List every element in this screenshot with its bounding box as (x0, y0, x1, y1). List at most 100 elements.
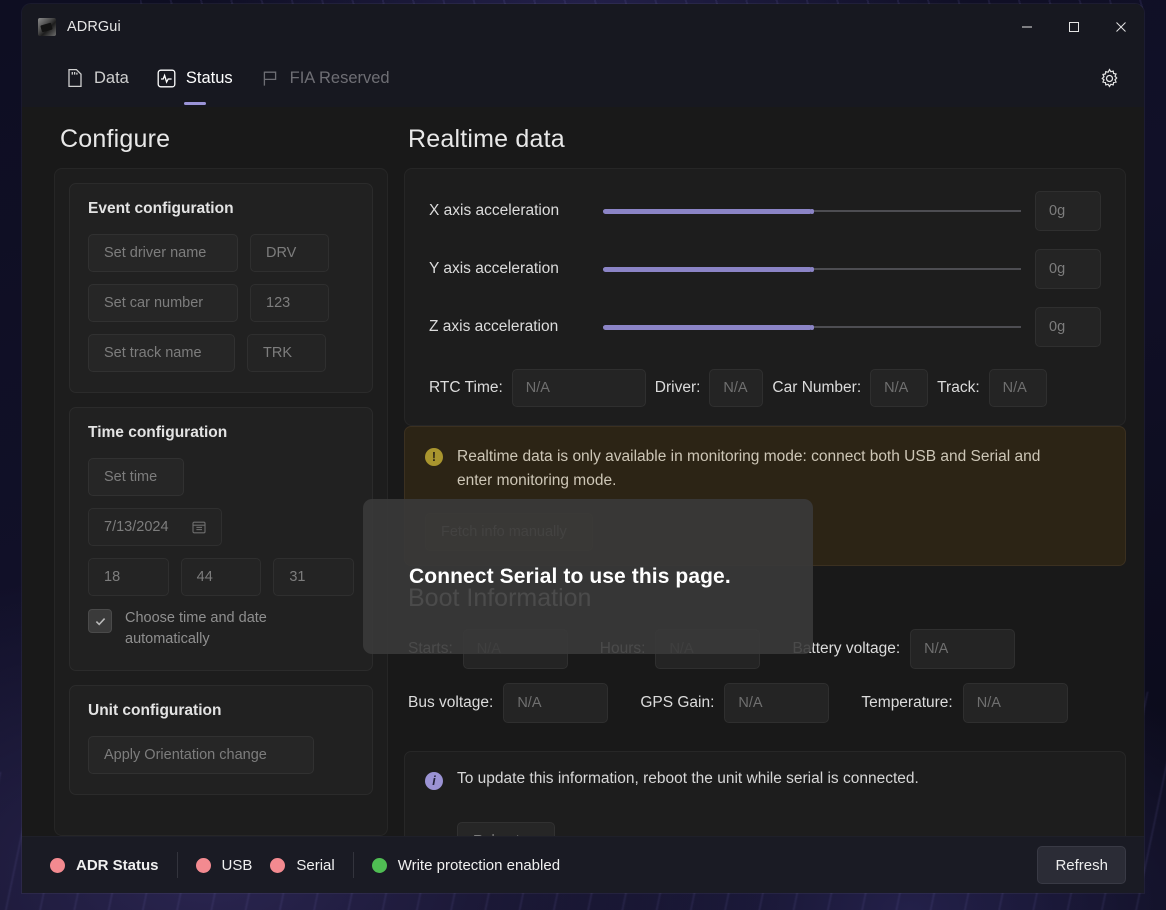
reboot-button[interactable]: Reboot (457, 822, 555, 836)
driver-name-row: Set driver name DRV (88, 234, 354, 272)
y-slider-thumb[interactable] (810, 266, 814, 272)
x-axis-slider[interactable] (603, 201, 1021, 221)
slider-row-x: X axis acceleration 0g (429, 191, 1101, 231)
tab-fia-reserved[interactable]: FIA Reserved (247, 55, 404, 101)
set-time-button[interactable]: Set time (88, 458, 184, 496)
calendar-icon (192, 520, 206, 534)
activity-pulse-icon (157, 69, 176, 88)
hour-input[interactable]: 18 (88, 558, 169, 596)
info-banner-text: To update this information, reboot the u… (457, 770, 919, 787)
track-label: Track: (937, 379, 980, 396)
y-axis-value: 0g (1035, 249, 1101, 289)
car-number-value: N/A (870, 369, 929, 407)
track-name-row: Set track name TRK (88, 334, 354, 372)
connect-serial-overlay: Connect Serial to use this page. (363, 499, 813, 654)
info-icon: i (425, 772, 443, 790)
unit-configuration-card: Unit configuration Apply Orientation cha… (69, 685, 373, 796)
refresh-button[interactable]: Refresh (1037, 846, 1126, 884)
status-write-protection: Write protection enabled (371, 856, 578, 874)
configure-panel: Event configuration Set driver name DRV … (54, 168, 388, 836)
driver-name-input[interactable]: DRV (250, 234, 329, 272)
apply-orientation-button[interactable]: Apply Orientation change (88, 736, 314, 775)
minimize-button[interactable] (1003, 4, 1050, 49)
gps-gain-label: GPS Gain: (640, 694, 715, 711)
write-protection-indicator-icon (371, 857, 387, 873)
date-picker-value: 7/13/2024 (104, 519, 169, 535)
auto-time-checkbox[interactable] (88, 609, 112, 633)
status-adr: ADR Status (50, 857, 177, 874)
gps-gain-value: N/A (724, 683, 830, 723)
track-name-input[interactable]: TRK (247, 334, 326, 372)
auto-time-row[interactable]: Choose time and date automatically (88, 608, 354, 650)
maximize-button[interactable] (1050, 4, 1097, 49)
usb-status-label: USB (221, 856, 253, 874)
y-axis-label: Y axis acceleration (429, 260, 559, 277)
date-picker-row: 7/13/2024 (88, 508, 354, 546)
slider-row-y: Y axis acceleration 0g (429, 249, 1101, 289)
tab-bar: Data Status FIA Reserved (22, 49, 1144, 107)
set-time-row: Set time (88, 458, 354, 496)
y-axis-slider[interactable] (603, 259, 1021, 279)
app-window: ADRGui Data Status FIA Reserved Configur… (22, 4, 1144, 893)
tab-status-underline (183, 101, 206, 105)
realtime-info-row: RTC Time: N/A Driver: N/A Car Number: N/… (429, 365, 1101, 425)
realtime-panel: X axis acceleration 0g Y axis accelerati… (404, 168, 1126, 426)
driver-value: N/A (709, 369, 764, 407)
set-track-name-button[interactable]: Set track name (88, 334, 235, 372)
track-value: N/A (988, 369, 1047, 407)
warning-top: ! Realtime data is only available in mon… (425, 445, 1105, 493)
z-slider-fill (603, 324, 812, 330)
tab-fia-reserved-label: FIA Reserved (289, 68, 390, 87)
tab-data-label: Data (94, 68, 129, 87)
date-picker[interactable]: 7/13/2024 (88, 508, 222, 546)
x-slider-thumb[interactable] (810, 208, 814, 214)
warning-icon: ! (425, 448, 443, 466)
serial-status-indicator-icon (270, 857, 286, 873)
reboot-info-banner: i To update this information, reboot the… (404, 751, 1126, 836)
status-serial: Serial (270, 857, 352, 874)
time-configuration-card: Time configuration Set time 7/13/2024 18… (69, 407, 373, 672)
time-config-title: Time configuration (88, 424, 228, 441)
bus-voltage-label: Bus voltage: (408, 694, 494, 711)
info-banner-top: i To update this information, reboot the… (425, 770, 919, 790)
y-slider-fill (603, 266, 812, 272)
write-protection-label: Write protection enabled (397, 856, 561, 874)
close-button[interactable] (1097, 4, 1144, 49)
gear-icon[interactable] (1092, 61, 1126, 95)
set-car-number-button[interactable]: Set car number (88, 284, 238, 322)
battery-voltage-value: N/A (910, 629, 1016, 669)
configure-column: Configure Event configuration Set driver… (22, 107, 404, 836)
adr-status-label: ADR Status (76, 856, 159, 874)
set-driver-name-button[interactable]: Set driver name (88, 234, 238, 272)
car-number-row: Set car number 123 (88, 284, 354, 322)
unit-config-title: Unit configuration (88, 702, 222, 720)
realtime-column: Realtime data X axis acceleration 0g Y a… (404, 107, 1144, 836)
title-bar: ADRGui (22, 4, 1144, 49)
tab-status[interactable]: Status (143, 55, 247, 105)
sd-card-icon (66, 68, 84, 88)
rtc-time-label: RTC Time: (429, 379, 503, 396)
time-stepper-row: 18 44 31 (88, 558, 355, 596)
rtc-time-value: N/A (511, 369, 646, 407)
z-axis-value: 0g (1035, 307, 1101, 347)
z-axis-slider[interactable] (603, 317, 1021, 337)
connect-serial-message: Connect Serial to use this page. (409, 564, 731, 588)
configure-heading: Configure (60, 125, 171, 153)
event-config-title: Event configuration (88, 200, 234, 217)
app-title: ADRGui (67, 18, 121, 35)
temperature-value: N/A (962, 683, 1068, 723)
second-input[interactable]: 31 (273, 558, 355, 596)
window-controls (1003, 4, 1144, 49)
z-slider-thumb[interactable] (810, 324, 814, 330)
car-number-label: Car Number: (772, 379, 862, 396)
x-slider-fill (603, 208, 812, 214)
tab-status-label: Status (185, 68, 233, 87)
minute-input[interactable]: 44 (180, 558, 262, 596)
car-number-input[interactable]: 123 (250, 284, 329, 322)
app-logo-icon (38, 17, 56, 36)
tab-data[interactable]: Data (52, 55, 143, 101)
adr-status-indicator-icon (50, 857, 65, 873)
flag-icon (261, 69, 280, 88)
x-axis-value: 0g (1035, 191, 1101, 231)
realtime-heading: Realtime data (408, 125, 565, 153)
